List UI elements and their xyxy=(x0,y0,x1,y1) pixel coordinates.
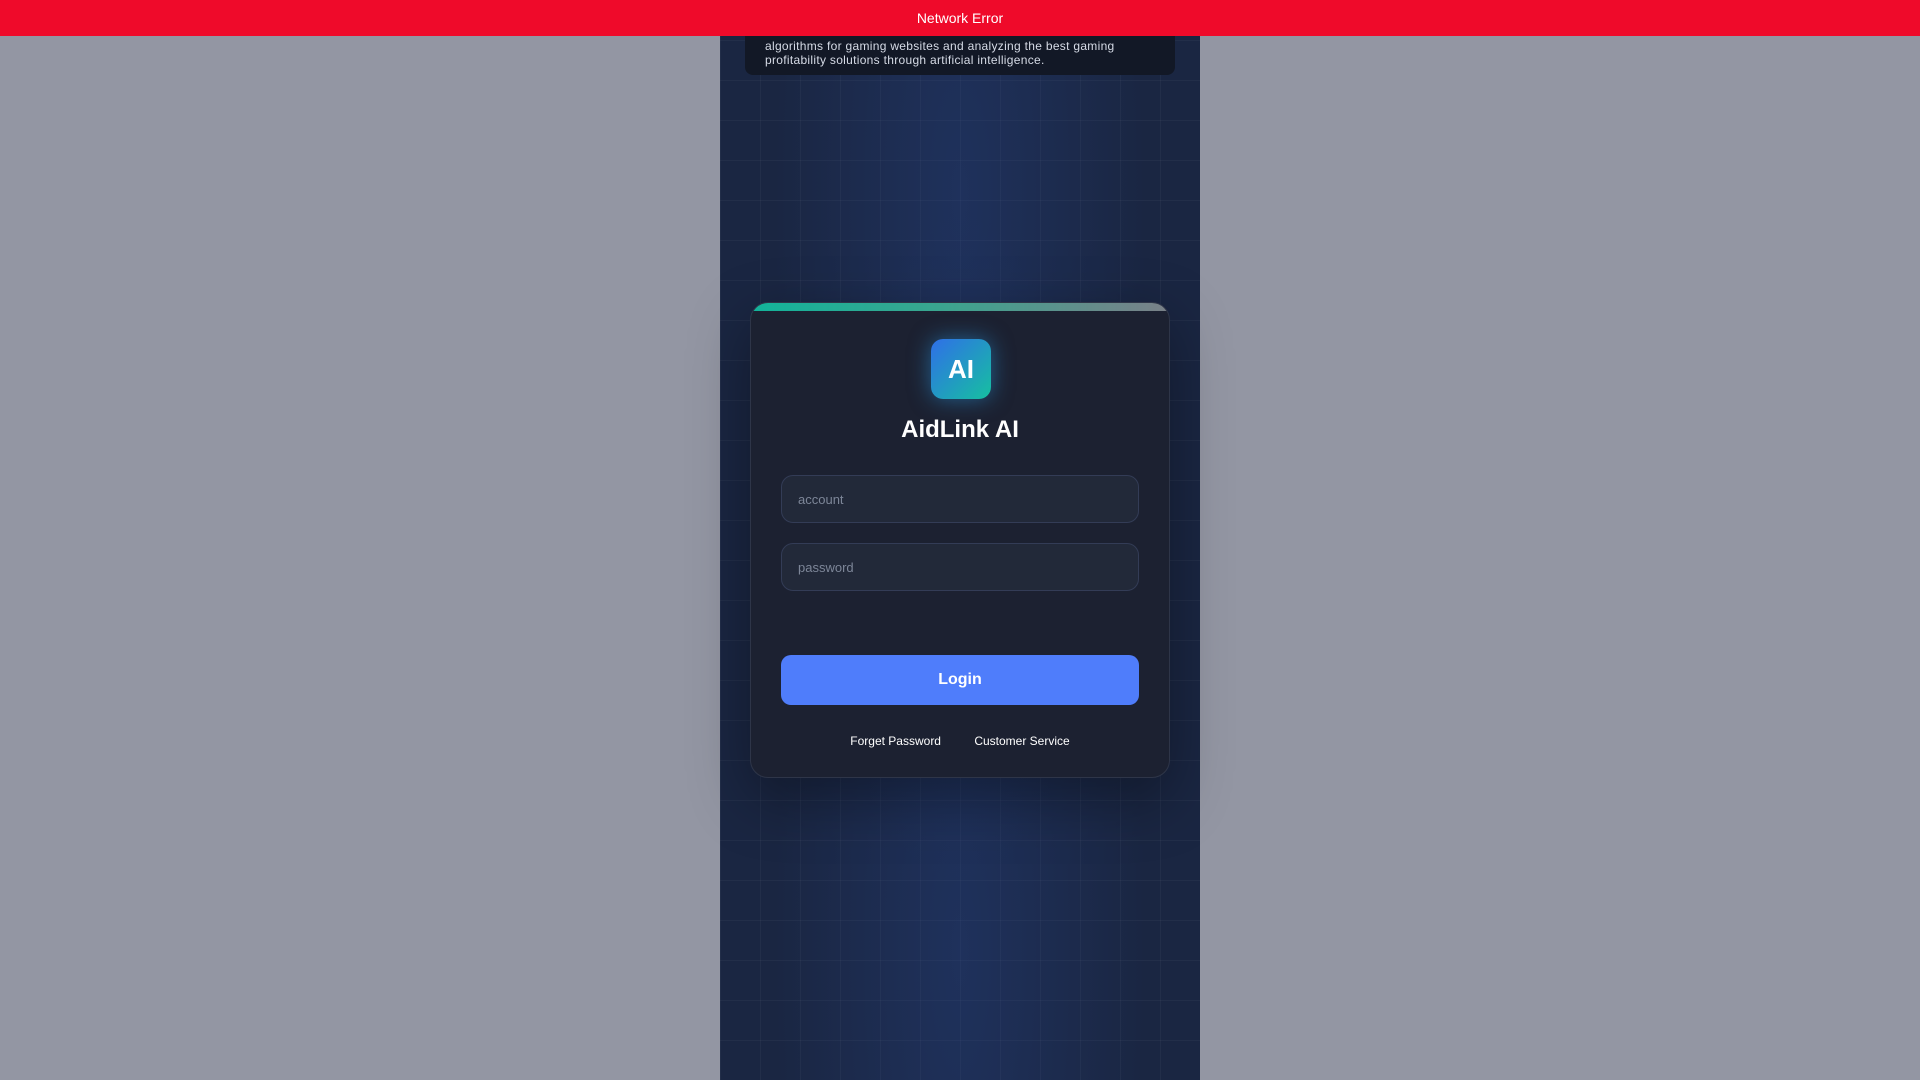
notice-text: algorithms for gaming websites and analy… xyxy=(765,39,1115,67)
network-error-banner: Network Error xyxy=(0,0,1920,36)
password-input[interactable] xyxy=(781,543,1139,591)
card-accent-bar xyxy=(751,303,1169,311)
forget-password-link[interactable]: Forget Password xyxy=(850,734,941,748)
login-button[interactable]: Login xyxy=(781,655,1139,705)
app-title: AidLink AI xyxy=(901,416,1019,443)
account-input[interactable] xyxy=(781,475,1139,523)
auth-links: Forget Password Customer Service xyxy=(751,733,1169,749)
app-logo: AI xyxy=(931,339,991,399)
customer-service-link[interactable]: Customer Service xyxy=(974,734,1069,748)
login-card: AI AidLink AI Login Forget Password Cust… xyxy=(750,302,1170,778)
